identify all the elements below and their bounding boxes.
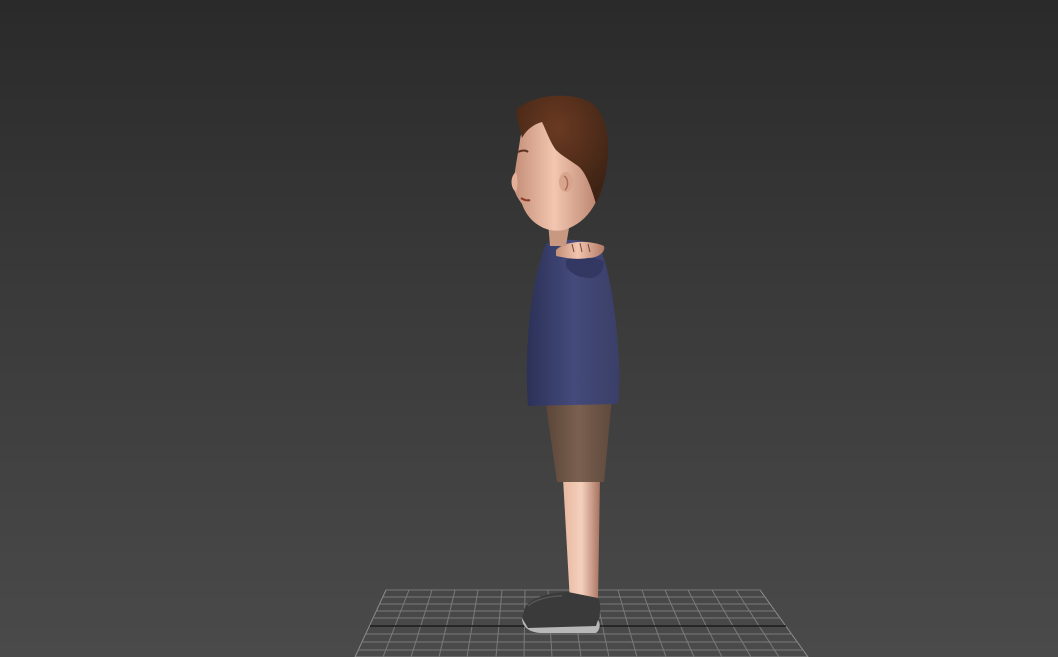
scene-canvas[interactable]: [0, 0, 1058, 657]
character-model[interactable]: [511, 95, 620, 633]
character-shorts: [545, 398, 612, 482]
3d-viewport[interactable]: [0, 0, 1058, 657]
character-shoes: [522, 592, 601, 633]
character-leg: [563, 478, 600, 602]
